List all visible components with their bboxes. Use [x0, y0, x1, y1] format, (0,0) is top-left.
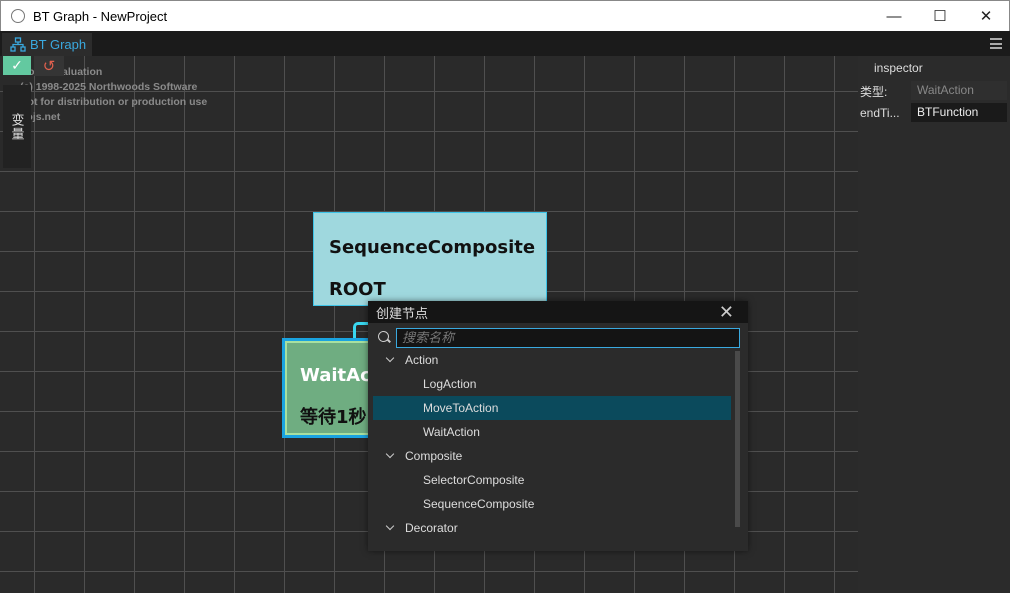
- node-type: SequenceComposite: [329, 237, 536, 258]
- tree-category[interactable]: Composite: [373, 444, 731, 468]
- watermark-line: (c) 1998-2025 Northwoods Software: [20, 81, 198, 93]
- dialog-header: 创建节点 ✕: [368, 301, 748, 323]
- tree-item[interactable]: SelectorComposite: [373, 468, 731, 492]
- type-value: WaitAction: [911, 81, 1007, 100]
- inspector-title: inspector: [874, 61, 923, 75]
- chevron-down-icon: [385, 521, 395, 531]
- tab-bt-graph[interactable]: BT Graph: [2, 33, 92, 56]
- node-root[interactable]: SequenceComposite ROOT: [313, 212, 547, 306]
- tree-item[interactable]: SequenceComposite: [373, 492, 731, 516]
- tree-item-label: WaitAction: [423, 425, 480, 439]
- chevron-down-icon: [385, 449, 395, 459]
- end-time-label: endTi...: [860, 106, 900, 120]
- title-bar: BT Graph - NewProject — ☐ ✕: [0, 0, 1010, 31]
- tree-item-label: Action: [405, 353, 439, 367]
- tree-item-label: Composite: [405, 449, 463, 463]
- scrollbar[interactable]: [735, 351, 740, 527]
- window-title: BT Graph - NewProject: [33, 8, 168, 24]
- tree-item[interactable]: LogAction: [373, 372, 731, 396]
- tree-category[interactable]: Decorator: [373, 516, 731, 540]
- watermark-line: Not for distribution or production use: [20, 96, 208, 108]
- inspector-panel: inspector 类型: WaitAction endTi... BTFunc…: [858, 56, 1010, 593]
- hierarchy-icon: [10, 37, 26, 52]
- tree-item-label: SequenceComposite: [423, 497, 535, 511]
- app-icon: [11, 9, 25, 23]
- search-icon: [378, 331, 389, 342]
- reset-button[interactable]: ↺: [34, 56, 64, 76]
- tree-item-label: Decorator: [405, 521, 458, 535]
- end-time-field[interactable]: BTFunction: [911, 103, 1007, 122]
- minimize-button[interactable]: —: [871, 1, 917, 31]
- tree-item[interactable]: WaitAction: [373, 420, 731, 444]
- dialog-title: 创建节点: [376, 305, 429, 321]
- maximize-button[interactable]: ☐: [917, 1, 963, 31]
- close-button[interactable]: ✕: [963, 1, 1009, 31]
- type-label: 类型:: [860, 85, 888, 99]
- tab-label: BT Graph: [30, 37, 87, 52]
- create-node-dialog: 创建节点 ✕ 搜索名称 Action LogAction MoveToAction W…: [368, 301, 748, 551]
- node-type-tree: Action LogAction MoveToAction WaitAction Com…: [373, 348, 731, 540]
- node-wait[interactable]: WaitAction 等待1秒: [282, 338, 382, 438]
- confirm-button[interactable]: ✓: [3, 56, 31, 75]
- tree-item-label: MoveToAction: [423, 401, 499, 415]
- tab-bar: BT Graph: [0, 31, 1010, 56]
- tree-item[interactable]: MoveToAction: [373, 396, 731, 420]
- close-icon[interactable]: ✕: [719, 303, 734, 321]
- search-input[interactable]: 搜索名称: [396, 328, 740, 348]
- hamburger-menu-icon[interactable]: [990, 38, 1002, 49]
- tree-item-label: LogAction: [423, 377, 477, 391]
- tree-item-label: SelectorComposite: [423, 473, 525, 487]
- variables-panel-toggle[interactable]: 变量: [3, 85, 31, 168]
- chevron-down-icon: [385, 353, 395, 363]
- watermark-line: gojs.net: [20, 111, 61, 123]
- tree-category[interactable]: Action: [373, 348, 731, 372]
